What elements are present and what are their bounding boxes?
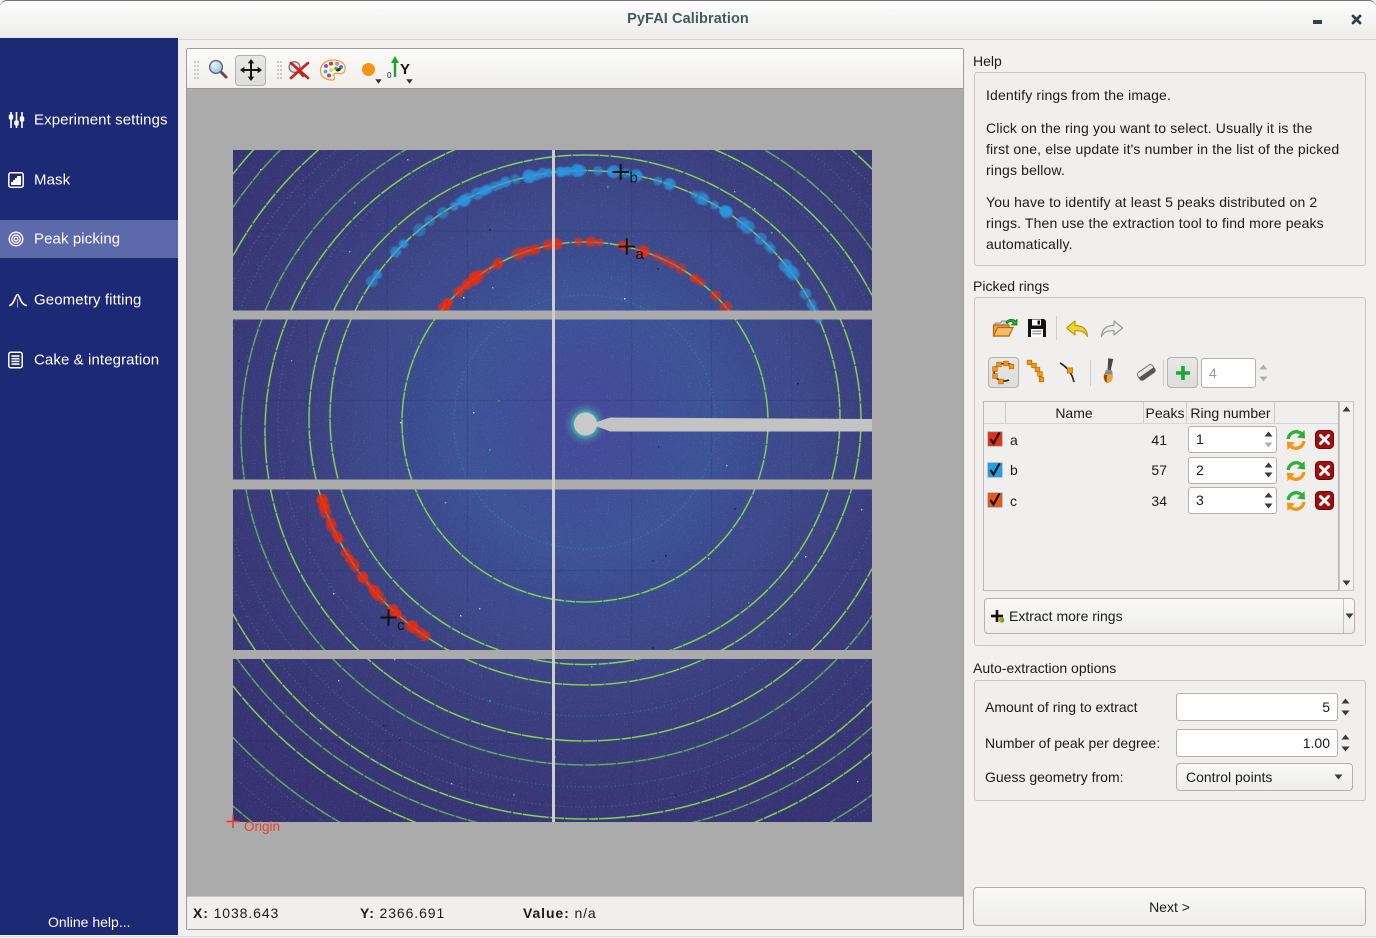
svg-text:Origin: Origin <box>244 819 280 834</box>
svg-text:Y: Y <box>400 61 410 78</box>
svg-text:0: 0 <box>387 71 392 80</box>
svg-text:c: c <box>397 617 405 634</box>
svg-text:a: a <box>636 246 645 263</box>
svg-text:b: b <box>630 170 638 187</box>
